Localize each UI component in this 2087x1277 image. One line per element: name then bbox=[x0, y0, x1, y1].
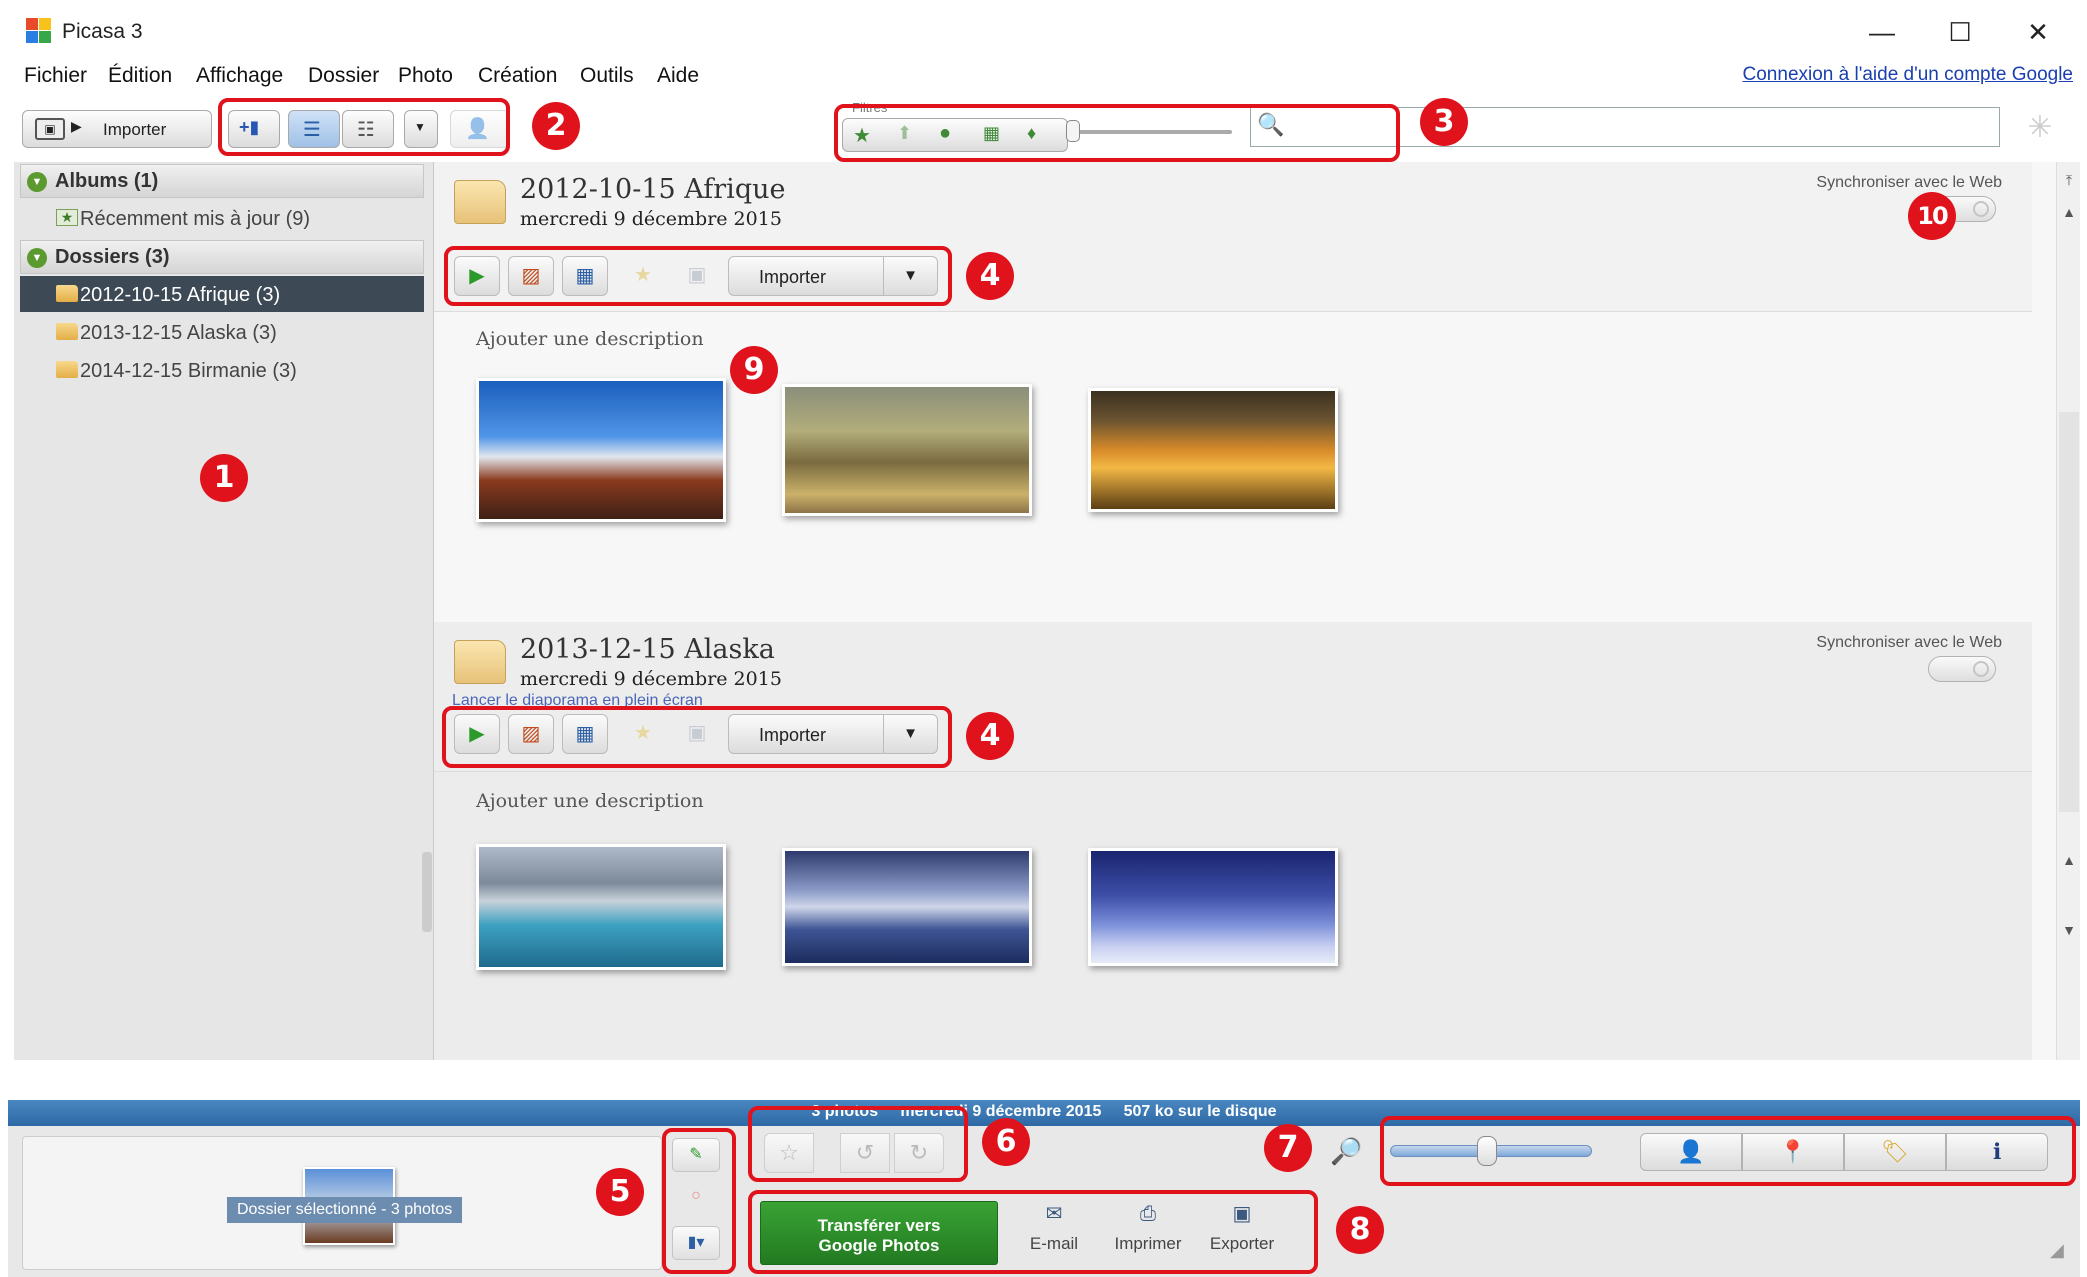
sync-web-label: Synchroniser avec le Web bbox=[1816, 634, 2002, 651]
play-arrow-icon: ▶ bbox=[71, 118, 82, 134]
highlight-folder-actions bbox=[444, 246, 952, 306]
folder-icon bbox=[454, 640, 506, 684]
sidebar-item-afrique[interactable]: 2012-10-15 Afrique (3) bbox=[20, 276, 424, 312]
scroll-up-icon[interactable]: ▲ bbox=[2059, 852, 2079, 874]
import-button[interactable]: ▣ ▶ Importer bbox=[22, 110, 212, 148]
sidebar-item-alaska[interactable]: 2013-12-15 Alaska (3) bbox=[20, 314, 424, 350]
menu-aide[interactable]: Aide bbox=[657, 64, 699, 88]
collapse-triangle-icon[interactable]: ▼ bbox=[27, 172, 47, 192]
photo-thumbnail-lake[interactable] bbox=[476, 844, 726, 970]
photo-tray-box: Dossier sélectionné - 3 photos bbox=[22, 1136, 662, 1270]
folder-icon bbox=[56, 361, 78, 378]
tray-caption: Dossier sélectionné - 3 photos bbox=[227, 1197, 463, 1223]
folders-section-header[interactable]: ▼ Dossiers (3) bbox=[20, 240, 424, 274]
photo-thumbnail-dance[interactable] bbox=[476, 378, 726, 522]
folder-icon bbox=[56, 323, 78, 340]
folders-header-label: Dossiers (3) bbox=[55, 246, 170, 268]
library-sidebar: ▼ Albums (1) ★ Récemment mis à jour (9) … bbox=[14, 162, 434, 1060]
sync-web-label: Synchroniser avec le Web bbox=[1816, 174, 2002, 191]
highlight-filters-search bbox=[834, 104, 1400, 162]
maximize-button[interactable]: ☐ bbox=[1940, 14, 1980, 50]
annotation-badge-7: 7 bbox=[1264, 1124, 1312, 1172]
menu-edition[interactable]: Édition bbox=[108, 64, 172, 88]
zoom-image-icon: 🔎 bbox=[1330, 1136, 1363, 1166]
sidebar-item-label: 2012-10-15 Afrique (3) bbox=[80, 284, 281, 306]
add-description-link[interactable]: Ajouter une description bbox=[476, 328, 704, 350]
highlight-photo-actions bbox=[748, 1106, 968, 1182]
panel-splitter-handle[interactable] bbox=[422, 852, 432, 932]
status-disk-size: 507 ko sur le disque bbox=[1123, 1103, 1277, 1120]
folder-date: mercredi 9 décembre 2015 bbox=[520, 668, 782, 690]
vertical-scrollbar[interactable]: ⤒ ▲ ▲ ▼ bbox=[2056, 162, 2080, 1060]
scroll-top-icon[interactable]: ⤒ bbox=[2059, 172, 2079, 194]
camera-icon: ▣ bbox=[35, 118, 65, 140]
title-bar: Picasa 3 — ☐ ✕ bbox=[0, 0, 2087, 64]
menu-outils[interactable]: Outils bbox=[580, 64, 634, 88]
sync-icon bbox=[1973, 661, 1989, 677]
sidebar-item-recent-album[interactable]: ★ Récemment mis à jour (9) bbox=[20, 200, 424, 236]
annotation-badge-10: 10 bbox=[1908, 192, 1956, 240]
folder-date: mercredi 9 décembre 2015 bbox=[520, 208, 782, 230]
resize-grip-icon[interactable]: ◢ bbox=[2050, 1240, 2080, 1270]
folder-block-afrique: 2012-10-15 Afrique mercredi 9 décembre 2… bbox=[434, 162, 2032, 622]
albums-section-header[interactable]: ▼ Albums (1) bbox=[20, 164, 424, 198]
google-account-link[interactable]: Connexion à l'aide d'un compte Google bbox=[1743, 64, 2073, 86]
annotation-badge-5: 5 bbox=[596, 1168, 644, 1216]
annotation-badge-6: 6 bbox=[982, 1118, 1030, 1166]
menu-fichier[interactable]: Fichier bbox=[24, 64, 87, 88]
menu-affichage[interactable]: Affichage bbox=[196, 64, 283, 88]
collapse-triangle-icon[interactable]: ▼ bbox=[27, 248, 47, 268]
window-title: Picasa 3 bbox=[62, 20, 143, 43]
sync-web-toggle[interactable] bbox=[1928, 656, 1996, 682]
sidebar-item-birmanie[interactable]: 2014-12-15 Birmanie (3) bbox=[20, 352, 424, 388]
screenshot-separator bbox=[0, 1060, 2087, 1084]
annotation-badge-4a: 4 bbox=[966, 252, 1014, 300]
folder-block-alaska: 2013-12-15 Alaska mercredi 9 décembre 20… bbox=[434, 622, 2032, 1060]
sidebar-item-label: 2014-12-15 Birmanie (3) bbox=[80, 360, 297, 382]
scroll-down-icon[interactable]: ▼ bbox=[2059, 922, 2079, 944]
scroll-up-icon[interactable]: ▲ bbox=[2059, 204, 2079, 226]
albums-header-label: Albums (1) bbox=[55, 170, 159, 192]
annotation-badge-1: 1 bbox=[200, 454, 248, 502]
highlight-view-controls bbox=[218, 98, 510, 156]
menu-creation[interactable]: Création bbox=[478, 64, 557, 88]
sync-icon bbox=[1973, 201, 1989, 217]
import-label: Importer bbox=[103, 120, 167, 139]
sidebar-item-label: Récemment mis à jour (9) bbox=[80, 208, 311, 230]
photo-thumbnail-whale[interactable] bbox=[782, 848, 1032, 966]
close-button[interactable]: ✕ bbox=[2018, 14, 2058, 50]
folder-icon bbox=[56, 285, 78, 302]
minimize-button[interactable]: — bbox=[1862, 14, 1902, 50]
highlight-zoom-panels bbox=[1380, 1116, 2076, 1186]
photo-thumbnail-sunset[interactable] bbox=[1088, 388, 1338, 512]
annotation-badge-3: 3 bbox=[1420, 98, 1468, 146]
folder-title: 2013-12-15 Alaska bbox=[520, 634, 775, 665]
menu-dossier[interactable]: Dossier bbox=[308, 64, 379, 88]
highlight-folder-actions bbox=[442, 706, 952, 768]
annotation-badge-9: 9 bbox=[730, 346, 778, 394]
annotation-badge-8: 8 bbox=[1336, 1206, 1384, 1254]
sidebar-item-label: 2013-12-15 Alaska (3) bbox=[80, 322, 277, 344]
scrollbar-track[interactable] bbox=[2059, 412, 2079, 812]
folder-icon bbox=[454, 180, 506, 224]
photo-thumbnail-sled-dogs[interactable] bbox=[1088, 848, 1338, 966]
loading-spinner-icon: ✳ bbox=[2027, 111, 2053, 144]
annotation-badge-2: 2 bbox=[532, 102, 580, 150]
annotation-badge-4b: 4 bbox=[966, 712, 1014, 760]
photo-thumbnail-giraffe[interactable] bbox=[782, 384, 1032, 516]
folder-title: 2012-10-15 Afrique bbox=[520, 174, 786, 205]
highlight-tray-side bbox=[662, 1128, 736, 1274]
menu-photo[interactable]: Photo bbox=[398, 64, 453, 88]
highlight-share-actions bbox=[748, 1190, 1318, 1274]
album-star-icon: ★ bbox=[56, 209, 78, 226]
picasa-logo-icon bbox=[26, 18, 52, 44]
add-description-link[interactable]: Ajouter une description bbox=[476, 790, 704, 812]
